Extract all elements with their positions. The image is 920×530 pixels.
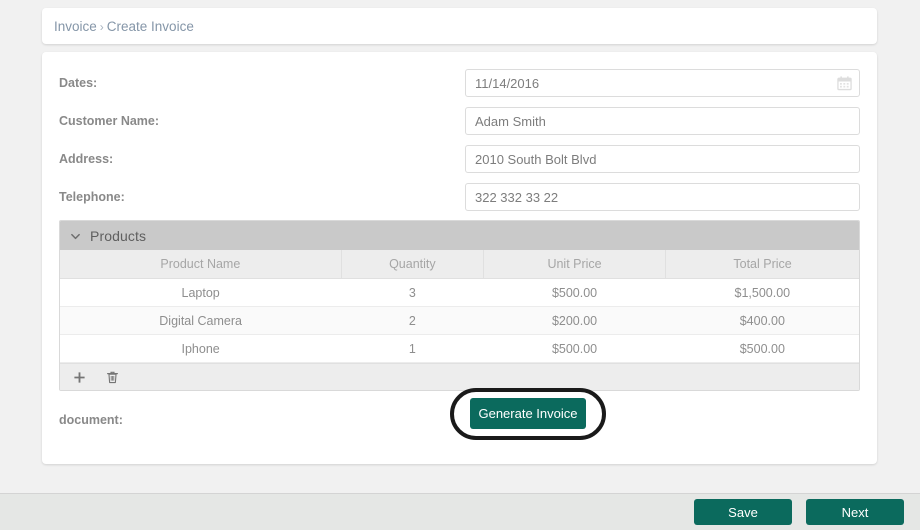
table-row[interactable]: Digital Camera 2 $200.00 $400.00: [60, 306, 859, 335]
label-document: document:: [59, 413, 123, 427]
telephone-input-value: 322 332 33 22: [475, 189, 559, 205]
generate-invoice-button[interactable]: Generate Invoice: [470, 398, 586, 429]
column-header-quantity[interactable]: Quantity: [341, 250, 484, 279]
label-address: Address:: [59, 152, 114, 166]
cell-unit-price: $500.00: [483, 278, 666, 307]
bottom-action-bar: Save Next: [0, 493, 920, 530]
delete-icon[interactable]: [106, 371, 119, 384]
customer-name-input[interactable]: Adam Smith: [465, 107, 860, 135]
cell-quantity: 3: [341, 278, 484, 307]
telephone-input[interactable]: 322 332 33 22: [465, 183, 860, 211]
column-header-unit-price[interactable]: Unit Price: [483, 250, 667, 279]
products-panel-header[interactable]: Products: [60, 221, 859, 250]
chevron-down-icon[interactable]: [70, 230, 81, 241]
products-panel: Products Product Name Quantity Unit Pric…: [59, 220, 860, 391]
cell-total-price: $400.00: [665, 306, 859, 335]
products-panel-title: Products: [90, 227, 147, 244]
column-header-total-price[interactable]: Total Price: [665, 250, 859, 279]
label-dates: Dates:: [59, 76, 98, 90]
column-header-product-name[interactable]: Product Name: [60, 250, 342, 279]
cell-quantity: 1: [341, 334, 484, 363]
table-row[interactable]: Laptop 3 $500.00 $1,500.00: [60, 278, 859, 307]
products-table-header-row: Product Name Quantity Unit Price Total P…: [60, 250, 859, 279]
next-button[interactable]: Next: [806, 499, 904, 525]
form-row-address: Address: 2010 South Bolt Blvd: [42, 140, 877, 178]
calendar-icon[interactable]: [837, 76, 852, 91]
form-row-document: document: Generate Invoice: [42, 388, 877, 440]
address-input-value: 2010 South Bolt Blvd: [475, 151, 597, 167]
form-row-telephone: Telephone: 322 332 33 22: [42, 178, 877, 216]
form-row-dates: Dates: 11/14/2016: [42, 64, 877, 102]
address-input[interactable]: 2010 South Bolt Blvd: [465, 145, 860, 173]
breadcrumb-card: Invoice › Create Invoice: [42, 8, 877, 44]
invoice-form-card: Dates: 11/14/2016 Customer Name: Adam Sm…: [42, 52, 877, 464]
table-row[interactable]: Iphone 1 $500.00 $500.00: [60, 334, 859, 363]
products-table-footer: [60, 363, 859, 390]
breadcrumb: Invoice › Create Invoice: [42, 19, 194, 34]
save-button[interactable]: Save: [694, 499, 792, 525]
cell-quantity: 2: [341, 306, 484, 335]
customer-name-input-value: Adam Smith: [475, 113, 546, 129]
add-icon[interactable]: [73, 371, 86, 384]
breadcrumb-separator-icon: ›: [99, 19, 104, 34]
dates-input[interactable]: 11/14/2016: [465, 69, 860, 97]
breadcrumb-item-create-invoice: Create Invoice: [106, 18, 194, 34]
cell-unit-price: $200.00: [483, 306, 666, 335]
label-telephone: Telephone:: [59, 190, 125, 204]
cell-unit-price: $500.00: [483, 334, 666, 363]
cell-product-name: Laptop: [60, 278, 342, 307]
label-customer-name: Customer Name:: [59, 114, 160, 128]
cell-product-name: Iphone: [60, 334, 342, 363]
breadcrumb-item-invoice[interactable]: Invoice: [54, 19, 97, 34]
cell-total-price: $500.00: [665, 334, 859, 363]
dates-input-value: 11/14/2016: [475, 75, 540, 91]
cell-total-price: $1,500.00: [665, 278, 859, 307]
cell-product-name: Digital Camera: [60, 306, 342, 335]
products-table: Product Name Quantity Unit Price Total P…: [60, 250, 859, 363]
form-row-customer-name: Customer Name: Adam Smith: [42, 102, 877, 140]
